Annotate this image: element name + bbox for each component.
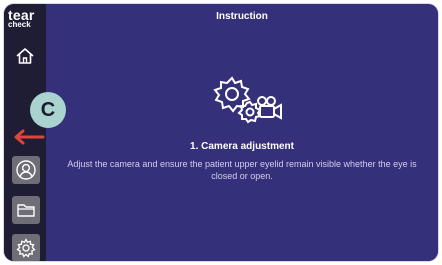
sidebar: tear check <box>4 4 46 261</box>
back-arrow-icon[interactable] <box>12 129 46 145</box>
gear-icon <box>16 238 36 258</box>
main-panel: Instruction 1. Camera adjustment Adjust … <box>46 4 438 261</box>
gears-camera-icon <box>213 76 282 124</box>
app-window: tear check C Instruction 1. Camera adjus… <box>4 4 438 261</box>
user-icon <box>16 160 36 180</box>
files-button[interactable] <box>12 196 40 224</box>
folder-icon <box>17 204 35 217</box>
step-title: 1. Camera adjustment <box>190 141 294 152</box>
home-icon <box>16 48 34 64</box>
app-logo: tear check <box>8 8 44 29</box>
step-description: Adjust the camera and ensure the patient… <box>67 159 417 181</box>
patient-button[interactable] <box>12 156 40 184</box>
home-button[interactable] <box>13 44 37 68</box>
step-badge: C <box>30 92 66 128</box>
logo-line2: check <box>8 20 31 29</box>
settings-button[interactable] <box>12 234 40 261</box>
page-title: Instruction <box>216 11 268 22</box>
